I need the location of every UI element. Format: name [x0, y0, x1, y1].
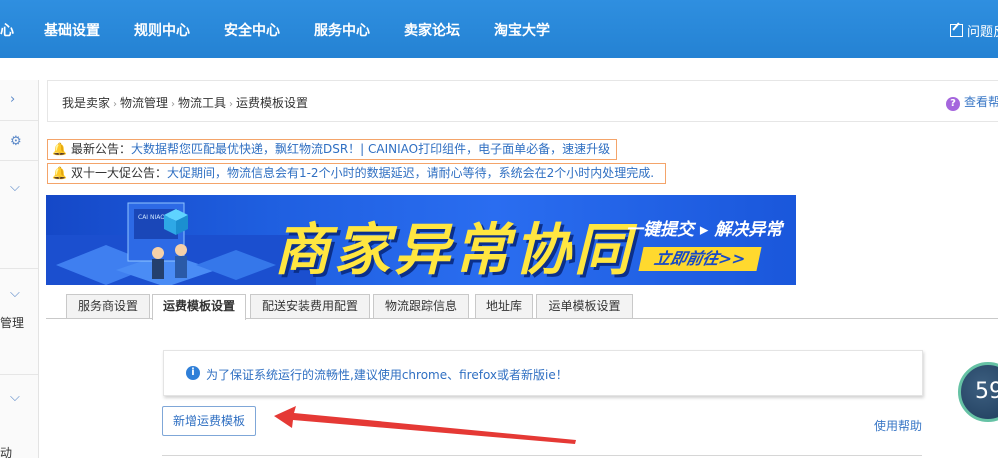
banner-cta-button[interactable]: 立即前往>> — [638, 247, 762, 271]
usage-help-link[interactable]: 使用帮助 — [874, 417, 922, 434]
view-help-link[interactable]: ? 查看帮 — [946, 93, 998, 111]
tab-logistics-tracking[interactable]: 物流跟踪信息 — [373, 294, 469, 318]
chevron-right-icon[interactable]: › — [10, 92, 15, 107]
nav-item-security-center[interactable]: 安全中心 — [224, 20, 280, 40]
table-top-border — [162, 455, 922, 456]
sidebar-item-label[interactable]: 动 — [0, 444, 12, 461]
bell-icon: 🔔 — [52, 166, 67, 180]
feedback-label: 问题反 — [967, 25, 998, 40]
breadcrumb-bar: 我是卖家 › 物流管理 › 物流工具 › 运费模板设置 ? 查看帮 — [47, 80, 998, 122]
bell-icon: 🔔 — [52, 142, 67, 156]
add-freight-template-button[interactable]: 新增运费模板 — [162, 406, 256, 436]
sidebar-divider — [0, 160, 38, 161]
question-icon: ? — [946, 97, 960, 111]
promo-banner[interactable]: CAI NIAO 菜鸟 商家异常协同 一键提交 ▸ 解决异常 立即前往>> — [46, 195, 796, 285]
breadcrumb-item[interactable]: 物流工具 — [178, 96, 226, 110]
nav-item-center[interactable]: 心 — [0, 20, 14, 40]
breadcrumb-current: 运费模板设置 — [236, 96, 309, 110]
gear-icon[interactable]: ⚙ — [10, 134, 22, 149]
breadcrumb-separator-icon: › — [229, 99, 234, 110]
announcement-label: 双十一大促公告： — [70, 166, 167, 180]
nav-item-seller-forum[interactable]: 卖家论坛 — [404, 20, 460, 40]
nav-item-taobao-university[interactable]: 淘宝大学 — [494, 20, 550, 40]
score-value: 59 — [975, 379, 998, 404]
annotation-arrow-icon — [274, 406, 576, 444]
breadcrumb-separator-icon: › — [171, 99, 176, 110]
chevron-down-icon[interactable]: ⌵ — [10, 180, 20, 195]
chevron-down-icon[interactable]: ⌵ — [10, 286, 20, 301]
sidebar: › ⚙ ⌵ ⌵ 管理 ⌵ 动 — [0, 80, 39, 461]
chevron-down-icon[interactable]: ⌵ — [10, 390, 20, 405]
tab-waybill-template[interactable]: 运单模板设置 — [536, 294, 633, 318]
nav-item-service-center[interactable]: 服务中心 — [314, 20, 370, 40]
announcement-message[interactable]: 大数据帮您匹配最优快递，飘红物流DSR！| CAINIAO打印组件，电子面单必备… — [131, 142, 610, 156]
info-icon: i — [186, 366, 200, 380]
feedback-link[interactable]: 问题反 — [950, 21, 998, 40]
banner-headline: 商家异常协同 — [274, 218, 634, 283]
top-nav: 心 基础设置 规则中心 安全中心 服务中心 卖家论坛 淘宝大学 问题反 — [0, 0, 998, 58]
sidebar-item-label[interactable]: 管理 — [0, 314, 24, 331]
score-badge[interactable]: 59 — [958, 362, 998, 422]
sidebar-divider — [0, 374, 38, 375]
breadcrumb-item[interactable]: 我是卖家 — [62, 96, 110, 110]
tab-freight-template[interactable]: 运费模板设置 — [152, 294, 246, 320]
nav-item-basic-settings[interactable]: 基础设置 — [44, 20, 100, 40]
announcement-label: 最新公告： — [70, 142, 131, 156]
tab-service-provider[interactable]: 服务商设置 — [66, 294, 150, 318]
browser-tip-box: i 为了保证系统运行的流畅性,建议使用chrome、firefox或者新版ie！ — [163, 350, 923, 396]
announcement-message[interactable]: 大促期间，物流信息会有1-2个小时的数据延迟，请耐心等待，系统会在2个小时内处理… — [167, 166, 654, 180]
edit-icon — [950, 24, 963, 37]
breadcrumb: 我是卖家 › 物流管理 › 物流工具 › 运费模板设置 — [62, 94, 308, 111]
tab-address-book[interactable]: 地址库 — [475, 294, 533, 318]
sidebar-divider — [0, 268, 38, 269]
tab-delivery-install-fee[interactable]: 配送安装费用配置 — [250, 294, 370, 318]
banner-subline: 一键提交 ▸ 解决异常 — [626, 220, 783, 240]
breadcrumb-item[interactable]: 物流管理 — [120, 96, 168, 110]
browser-tip-text: 为了保证系统运行的流畅性,建议使用chrome、firefox或者新版ie！ — [206, 368, 568, 382]
breadcrumb-separator-icon: › — [113, 99, 118, 110]
announcement-double11: 🔔 双十一大促公告：大促期间，物流信息会有1-2个小时的数据延迟，请耐心等待，系统… — [47, 163, 666, 184]
sidebar-divider — [0, 120, 38, 121]
announcement-latest: 🔔 最新公告：大数据帮您匹配最优快递，飘红物流DSR！| CAINIAO打印组件，… — [47, 139, 617, 160]
view-help-label: 查看帮 — [964, 95, 998, 109]
nav-item-rules-center[interactable]: 规则中心 — [134, 20, 190, 40]
